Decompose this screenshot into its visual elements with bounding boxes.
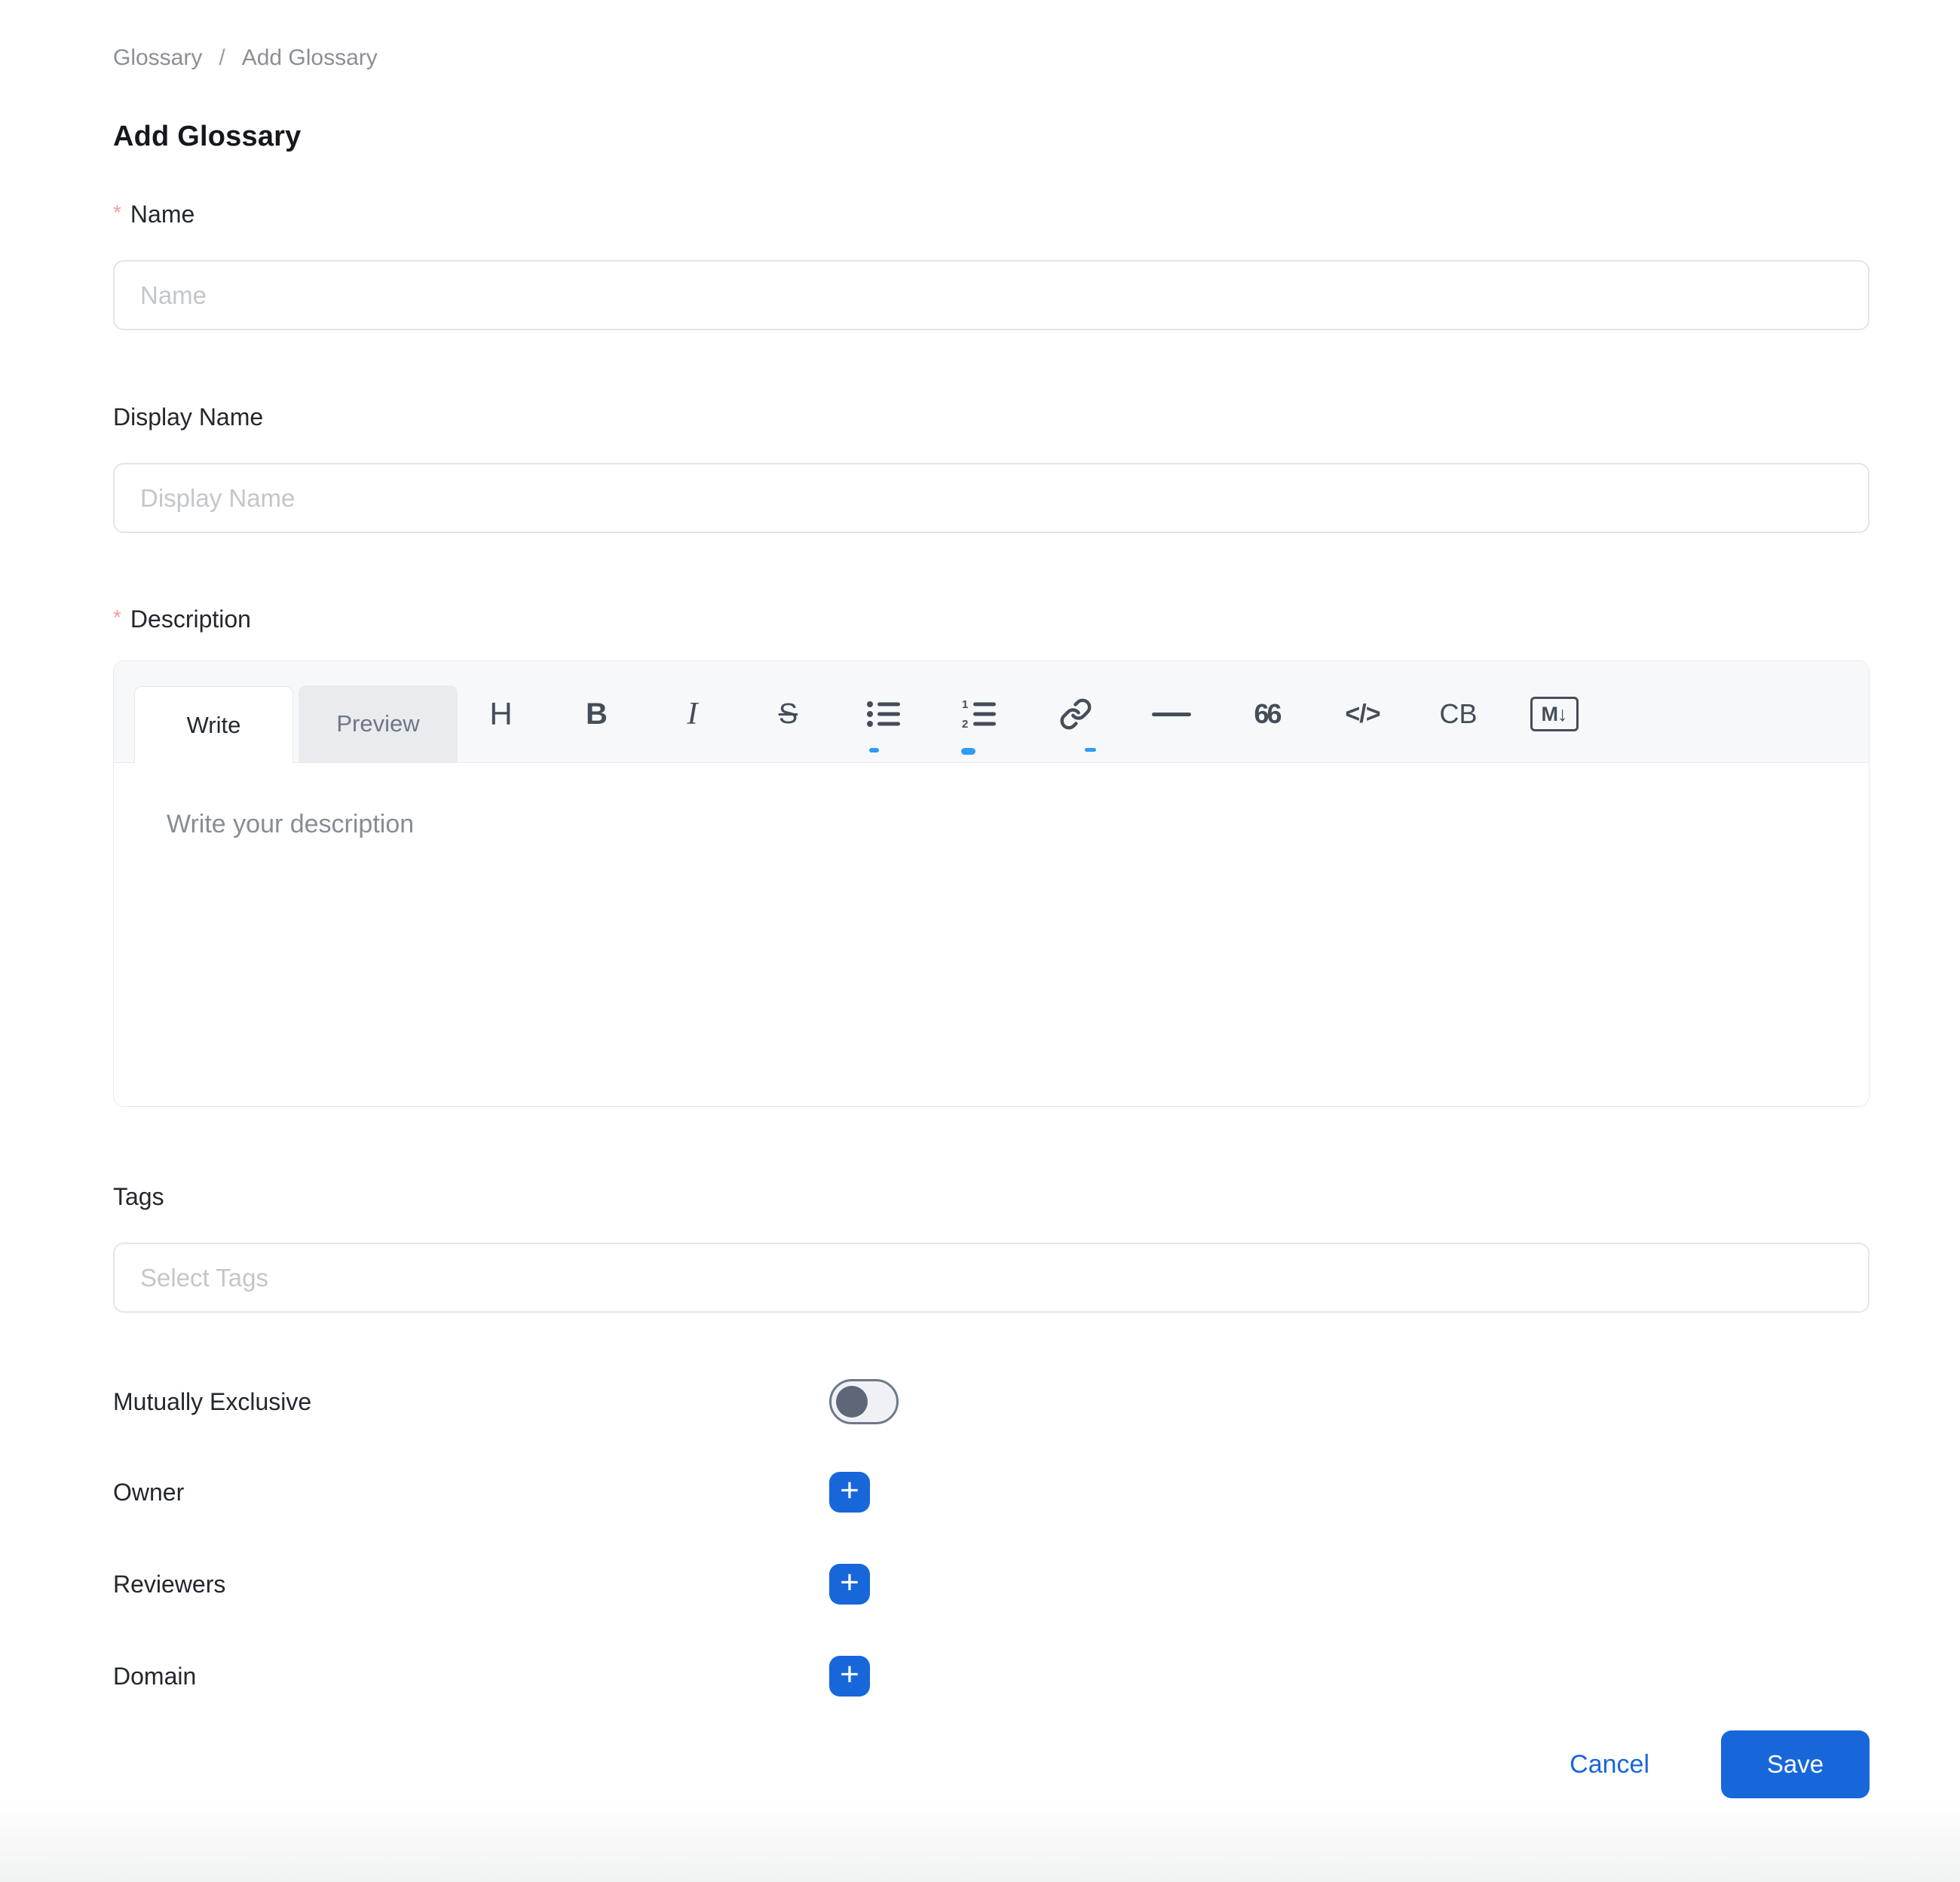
tags-select-input[interactable] <box>113 1243 1870 1313</box>
breadcrumb-add-glossary[interactable]: Add Glossary <box>242 45 378 71</box>
tab-preview[interactable]: Preview <box>299 685 458 762</box>
breadcrumb-glossary[interactable]: Glossary <box>113 45 202 71</box>
display-name-label-text: Display Name <box>113 403 263 431</box>
reviewers-label: Reviewers <box>113 1571 829 1598</box>
breadcrumb-separator: / <box>219 45 225 71</box>
required-asterisk: * <box>113 198 121 227</box>
toolbar-badge-dot <box>1085 748 1096 752</box>
display-name-input[interactable] <box>113 463 1870 533</box>
mutually-exclusive-label: Mutually Exclusive <box>113 1388 829 1416</box>
toggle-knob <box>836 1386 868 1418</box>
svg-text:2: 2 <box>962 718 968 729</box>
toolbar-badge-dot <box>869 748 879 752</box>
save-button[interactable]: Save <box>1721 1730 1870 1798</box>
page-bottom-fade <box>0 1803 1960 1882</box>
page-title: Add Glossary <box>113 121 1870 153</box>
strikethrough-icon[interactable]: S <box>740 693 836 735</box>
horizontal-rule-icon[interactable] <box>1123 693 1219 735</box>
form-actions: Cancel Save <box>113 1730 1870 1798</box>
name-input[interactable] <box>113 260 1870 330</box>
cancel-button[interactable]: Cancel <box>1570 1750 1649 1779</box>
tags-label: Tags <box>113 1182 1870 1211</box>
description-label-text: Description <box>130 605 251 633</box>
description-editor: Write Preview H B I S 1 <box>113 661 1870 1107</box>
italic-icon[interactable]: I <box>645 693 740 735</box>
mutually-exclusive-toggle[interactable] <box>829 1379 899 1424</box>
editor-body <box>114 763 1869 1106</box>
heading-icon[interactable]: H <box>453 693 549 735</box>
description-label: * Description <box>113 605 1870 633</box>
bullet-list-icon[interactable] <box>836 693 932 735</box>
description-textarea[interactable] <box>114 763 1869 1106</box>
code-block-icon[interactable]: CB <box>1410 693 1506 735</box>
svg-text:1: 1 <box>962 699 968 711</box>
add-domain-button[interactable]: + <box>829 1656 870 1697</box>
tags-label-text: Tags <box>113 1182 164 1211</box>
display-name-label: Display Name <box>113 403 1870 431</box>
name-label: * Name <box>113 200 1870 228</box>
breadcrumb: Glossary / Add Glossary <box>113 45 1870 71</box>
owner-label: Owner <box>113 1479 829 1507</box>
mutually-exclusive-row: Mutually Exclusive <box>113 1379 1870 1424</box>
add-reviewers-button[interactable]: + <box>829 1564 870 1605</box>
owner-row: Owner + <box>113 1472 1870 1513</box>
inline-code-icon[interactable]: </> <box>1315 693 1410 735</box>
add-glossary-form: Glossary / Add Glossary Add Glossary * N… <box>113 0 1870 1798</box>
domain-row: Domain + <box>113 1656 1870 1697</box>
quote-icon[interactable]: 66 <box>1219 693 1315 735</box>
link-icon[interactable] <box>1027 693 1123 735</box>
reviewers-row: Reviewers + <box>113 1564 1870 1605</box>
numbered-list-icon[interactable]: 1 2 <box>932 693 1027 735</box>
tab-write[interactable]: Write <box>134 686 293 763</box>
name-label-text: Name <box>130 200 194 228</box>
bold-icon[interactable]: B <box>549 693 645 735</box>
markdown-icon[interactable]: M↓ <box>1506 693 1602 735</box>
editor-toolbar-icons: H B I S 1 2 <box>453 693 1602 735</box>
editor-toolbar: Write Preview H B I S 1 <box>114 661 1869 763</box>
toolbar-badge-dot <box>961 748 975 755</box>
domain-label: Domain <box>113 1663 829 1690</box>
add-owner-button[interactable]: + <box>829 1472 870 1513</box>
required-asterisk: * <box>113 603 121 632</box>
